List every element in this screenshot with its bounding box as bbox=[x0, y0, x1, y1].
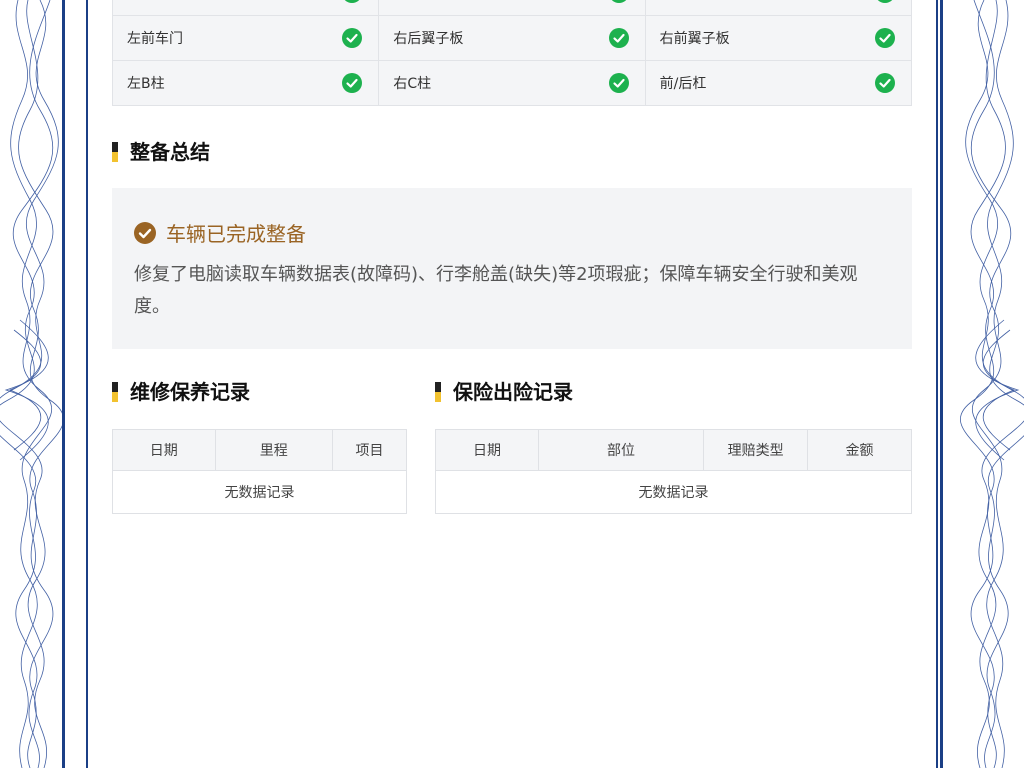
inspection-cell: 右后翼子板 bbox=[378, 0, 646, 16]
check-circle-icon bbox=[608, 73, 629, 93]
inspection-item-label: 右A柱 bbox=[660, 0, 698, 2]
inspection-item-label: 右C柱 bbox=[393, 76, 432, 92]
maintenance-table: 日期 里程 项目 无数据记录 bbox=[112, 429, 408, 514]
inspection-cell: 左A柱 bbox=[111, 0, 380, 16]
insurance-table: 日期 部位 理赔类型 金额 无数据记录 bbox=[435, 429, 912, 514]
check-circle-icon bbox=[342, 0, 363, 3]
summary-title-text: 整备总结 bbox=[130, 140, 210, 164]
insurance-section-title: 保险出险记录 bbox=[435, 380, 573, 404]
frame-line-right-inner bbox=[936, 0, 938, 768]
check-circle-icon bbox=[342, 73, 363, 93]
insurance-col-date: 日期 bbox=[435, 429, 539, 471]
inspection-cell: 前/后杠 bbox=[644, 60, 913, 106]
summary-status-text: 车辆已完成整备 bbox=[166, 222, 306, 246]
summary-panel: 车辆已完成整备 修复了电脑读取车辆数据表(故障码)、行李舱盖(缺失)等2项瑕疵；… bbox=[112, 188, 912, 349]
insurance-col-part: 部位 bbox=[537, 429, 705, 471]
check-circle-icon bbox=[608, 0, 629, 3]
inspection-item-label: 右后翼子板 bbox=[393, 0, 463, 2]
inspection-grid: 左A柱右后翼子板右A柱左前车门右后翼子板右前翼子板左B柱右C柱前/后杠 bbox=[111, 0, 913, 106]
summary-status: 车辆已完成整备 bbox=[134, 218, 890, 247]
summary-section-title: 整备总结 bbox=[112, 140, 210, 164]
maintenance-col-date: 日期 bbox=[112, 429, 216, 471]
maintenance-empty-row: 无数据记录 bbox=[112, 470, 407, 514]
inspection-item-label: 左前车门 bbox=[127, 31, 183, 47]
frame-line-right bbox=[940, 0, 943, 768]
inspection-cell: 右前翼子板 bbox=[644, 15, 913, 61]
title-marker bbox=[112, 142, 118, 162]
inspection-row: 左A柱 右后翼子板 右A柱 bbox=[111, 0, 913, 16]
title-marker bbox=[112, 382, 118, 402]
insurance-col-claim-type: 理赔类型 bbox=[703, 429, 809, 471]
frame-line-left bbox=[62, 0, 65, 768]
guilloche-border-left bbox=[0, 0, 65, 768]
check-badge-icon bbox=[134, 221, 156, 244]
summary-description: 修复了电脑读取车辆数据表(故障码)、行李舱盖(缺失)等2项瑕疵；保障车辆安全行驶… bbox=[134, 264, 858, 317]
check-circle-icon bbox=[342, 28, 363, 48]
check-circle-icon bbox=[875, 0, 895, 3]
inspection-item-label: 左B柱 bbox=[127, 76, 165, 92]
maintenance-section-title: 维修保养记录 bbox=[112, 380, 250, 404]
frame-line-left-inner bbox=[86, 0, 88, 768]
inspection-row: 左B柱 右C柱 前/后杠 bbox=[111, 60, 913, 106]
report-content: 左A柱右后翼子板右A柱左前车门右后翼子板右前翼子板左B柱右C柱前/后杠 整备总结… bbox=[111, 0, 913, 768]
insurance-empty-row: 无数据记录 bbox=[435, 470, 912, 514]
inspection-cell: 左前车门 bbox=[111, 15, 380, 61]
insurance-col-amount: 金额 bbox=[807, 429, 912, 471]
maintenance-col-item: 项目 bbox=[331, 429, 408, 471]
inspection-cell: 右后翼子板 bbox=[378, 15, 646, 61]
inspection-cell: 右A柱 bbox=[644, 0, 913, 16]
inspection-cell: 左B柱 bbox=[111, 60, 380, 106]
inspection-item-label: 前/后杠 bbox=[659, 76, 707, 92]
inspection-item-label: 右前翼子板 bbox=[659, 31, 730, 47]
title-marker bbox=[435, 382, 441, 402]
inspection-row: 左前车门 右后翼子板 右前翼子板 bbox=[111, 15, 913, 61]
inspection-cell: 右C柱 bbox=[378, 60, 646, 106]
inspection-item-label: 左A柱 bbox=[127, 0, 165, 2]
check-circle-icon bbox=[875, 28, 895, 48]
maintenance-title-text: 维修保养记录 bbox=[130, 380, 250, 404]
guilloche-border-right bbox=[959, 0, 1024, 768]
check-circle-icon bbox=[608, 28, 629, 48]
inspection-item-label: 右后翼子板 bbox=[393, 31, 464, 47]
check-circle-icon bbox=[875, 73, 895, 93]
maintenance-col-mileage: 里程 bbox=[214, 429, 333, 471]
insurance-title-text: 保险出险记录 bbox=[453, 380, 573, 404]
